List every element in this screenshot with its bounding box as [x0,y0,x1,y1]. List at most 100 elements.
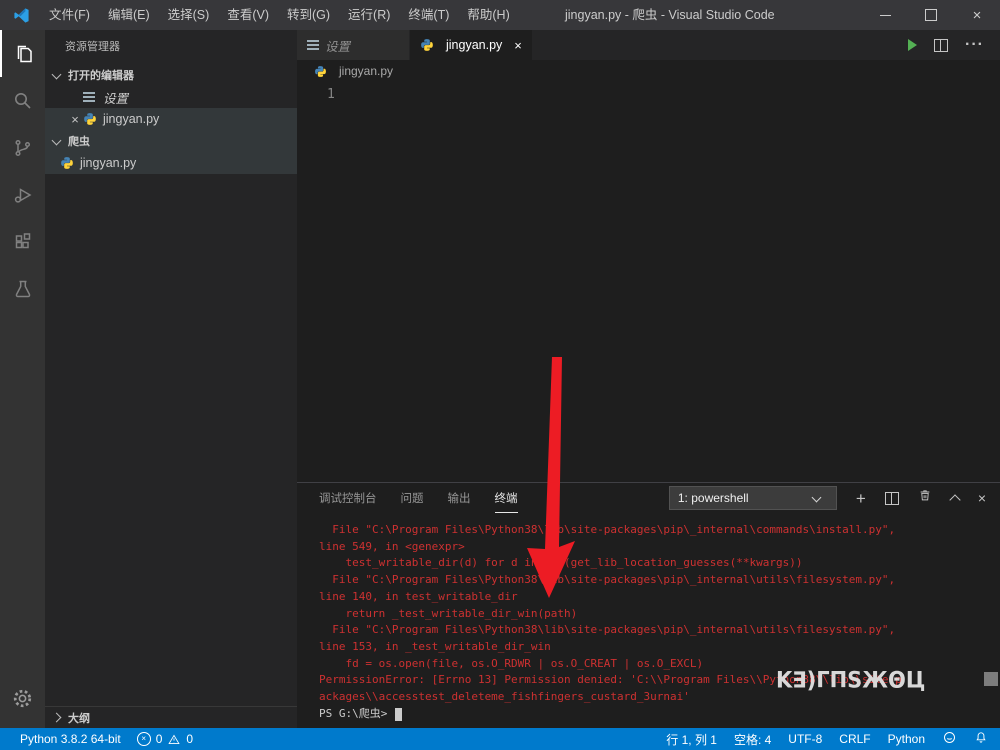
outline-section[interactable]: 大纲 [45,706,297,728]
line-number: 1 [327,87,335,102]
window-controls: × [862,0,1000,30]
explorer-icon[interactable] [0,30,45,77]
breadcrumb-filename: jingyan.py [339,64,393,78]
chevron-right-icon [52,713,62,723]
status-bar: Python 3.8.2 64-bit × 0 0 行 1, 列 1 空格: 4… [0,728,1000,750]
terminal-line: File "C:\Program Files\Python38\lib\site… [319,572,1000,589]
feedback-icon[interactable] [942,730,957,748]
python-file-icon [314,65,327,78]
maximize-panel-icon[interactable] [949,494,960,505]
menu-run[interactable]: 运行(R) [339,0,399,30]
menu-view[interactable]: 查看(V) [218,0,278,30]
close-icon[interactable]: × [514,38,522,53]
python-interpreter[interactable]: Python 3.8.2 64-bit [20,732,121,746]
menu-help[interactable]: 帮助(H) [458,0,518,30]
menu-bar: 文件(F) 编辑(E) 选择(S) 查看(V) 转到(G) 运行(R) 终端(T… [40,0,519,30]
terminal-line: return _test_writable_dir_win(path) [319,606,1000,623]
cursor-position[interactable]: 行 1, 列 1 [666,731,717,748]
split-editor-icon[interactable] [934,39,948,52]
problems-indicator[interactable]: × 0 0 [137,732,193,746]
terminal-select[interactable]: 1: powershell [669,486,837,510]
gear-icon[interactable] [0,675,45,722]
file-jingyan[interactable]: jingyan.py [45,152,297,174]
warning-icon [167,733,181,746]
tab-problems[interactable]: 问题 [401,484,424,513]
open-editor-jingyan[interactable]: × jingyan.py [45,108,297,130]
open-editors-label: 打开的编辑器 [68,67,134,83]
close-window-button[interactable]: × [954,0,1000,30]
test-flask-icon[interactable] [0,265,45,312]
editor-actions: ··· [908,30,1000,60]
eol-sequence[interactable]: CRLF [839,732,870,746]
close-panel-icon[interactable]: × [978,491,986,505]
minimize-button[interactable] [862,0,908,30]
vscode-window: 文件(F) 编辑(E) 选择(S) 查看(V) 转到(G) 运行(R) 终端(T… [0,0,1000,750]
vscode-logo-icon [13,7,30,24]
chevron-down-icon [811,492,821,502]
tab-settings[interactable]: 设置 [297,30,410,60]
terminal[interactable]: File "C:\Program Files\Python38\lib\site… [297,513,1000,728]
code-editor[interactable]: 1 [297,82,1000,482]
open-editor-settings-label: 设置 [103,88,128,107]
file-jingyan-label: jingyan.py [80,156,136,170]
settings-list-icon [307,40,319,50]
window-title: jingyan.py - 爬虫 - Visual Studio Code [565,0,775,30]
run-python-file-icon[interactable] [908,39,917,51]
activity-bar [0,30,45,728]
indentation[interactable]: 空格: 4 [734,731,771,748]
menu-selection[interactable]: 选择(S) [159,0,219,30]
open-editors-section[interactable]: 打开的编辑器 [45,64,297,86]
watermark: K∃)ΓΠЅЖΘЦ [776,667,925,692]
open-editor-settings[interactable]: 设置 [45,86,297,108]
kill-terminal-icon[interactable] [918,488,932,508]
terminal-prompt: PS G:\爬虫> [319,706,1000,723]
outline-label: 大纲 [68,710,90,726]
terminal-line: line 140, in test_writable_dir [319,589,1000,606]
terminal-line: line 153, in _test_writable_dir_win [319,639,1000,656]
menu-file[interactable]: 文件(F) [40,0,99,30]
panel-header: 调试控制台 问题 输出 终端 1: powershell + [297,483,1000,513]
close-icon[interactable]: × [67,112,83,127]
menu-edit[interactable]: 编辑(E) [99,0,159,30]
main-area: 资源管理器 打开的编辑器 设置 × jingyan.py 爬虫 [0,30,1000,728]
settings-list-icon [83,92,95,102]
tab-jingyan-label: jingyan.py [446,38,502,52]
terminal-line: File "C:\Program Files\Python38\lib\site… [319,522,1000,539]
tab-debug-console[interactable]: 调试控制台 [319,484,377,513]
tab-settings-label: 设置 [325,36,350,55]
encoding[interactable]: UTF-8 [788,732,822,746]
tab-terminal[interactable]: 终端 [495,484,518,513]
terminal-scrollbar-thumb[interactable] [984,672,998,686]
panel-actions: + × [856,488,986,508]
run-and-debug-icon[interactable] [0,171,45,218]
maximize-button[interactable] [908,0,954,30]
extensions-icon[interactable] [0,218,45,265]
error-icon: × [137,732,151,746]
terminal-line: test_writable_dir(d) for d in set(get_li… [319,555,1000,572]
breadcrumb[interactable]: jingyan.py [297,60,1000,82]
tab-jingyan[interactable]: jingyan.py × [410,30,532,60]
terminal-cursor [395,708,402,721]
prompt-text: PS G:\爬虫> [319,706,394,723]
more-actions-icon[interactable]: ··· [965,36,984,54]
folder-label: 爬虫 [68,133,90,149]
menu-go[interactable]: 转到(G) [278,0,339,30]
editor-group: 设置 jingyan.py × ··· [297,30,1000,728]
source-control-icon[interactable] [0,124,45,171]
sidebar-title: 资源管理器 [45,30,297,64]
tab-output[interactable]: 输出 [448,484,471,513]
bell-icon[interactable] [974,730,988,748]
language-mode[interactable]: Python [888,732,925,746]
terminal-line: File "C:\Program Files\Python38\lib\site… [319,622,1000,639]
search-icon[interactable] [0,77,45,124]
title-bar: 文件(F) 编辑(E) 选择(S) 查看(V) 转到(G) 运行(R) 终端(T… [0,0,1000,30]
explorer-sidebar: 资源管理器 打开的编辑器 设置 × jingyan.py 爬虫 [45,30,297,728]
chevron-down-icon [52,135,62,145]
python-file-icon [83,112,97,126]
chevron-down-icon [52,69,62,79]
menu-terminal[interactable]: 终端(T) [399,0,458,30]
new-terminal-icon[interactable]: + [856,490,866,507]
python-file-icon [60,156,74,170]
folder-section-pachong[interactable]: 爬虫 [45,130,297,152]
split-terminal-icon[interactable] [885,492,899,505]
